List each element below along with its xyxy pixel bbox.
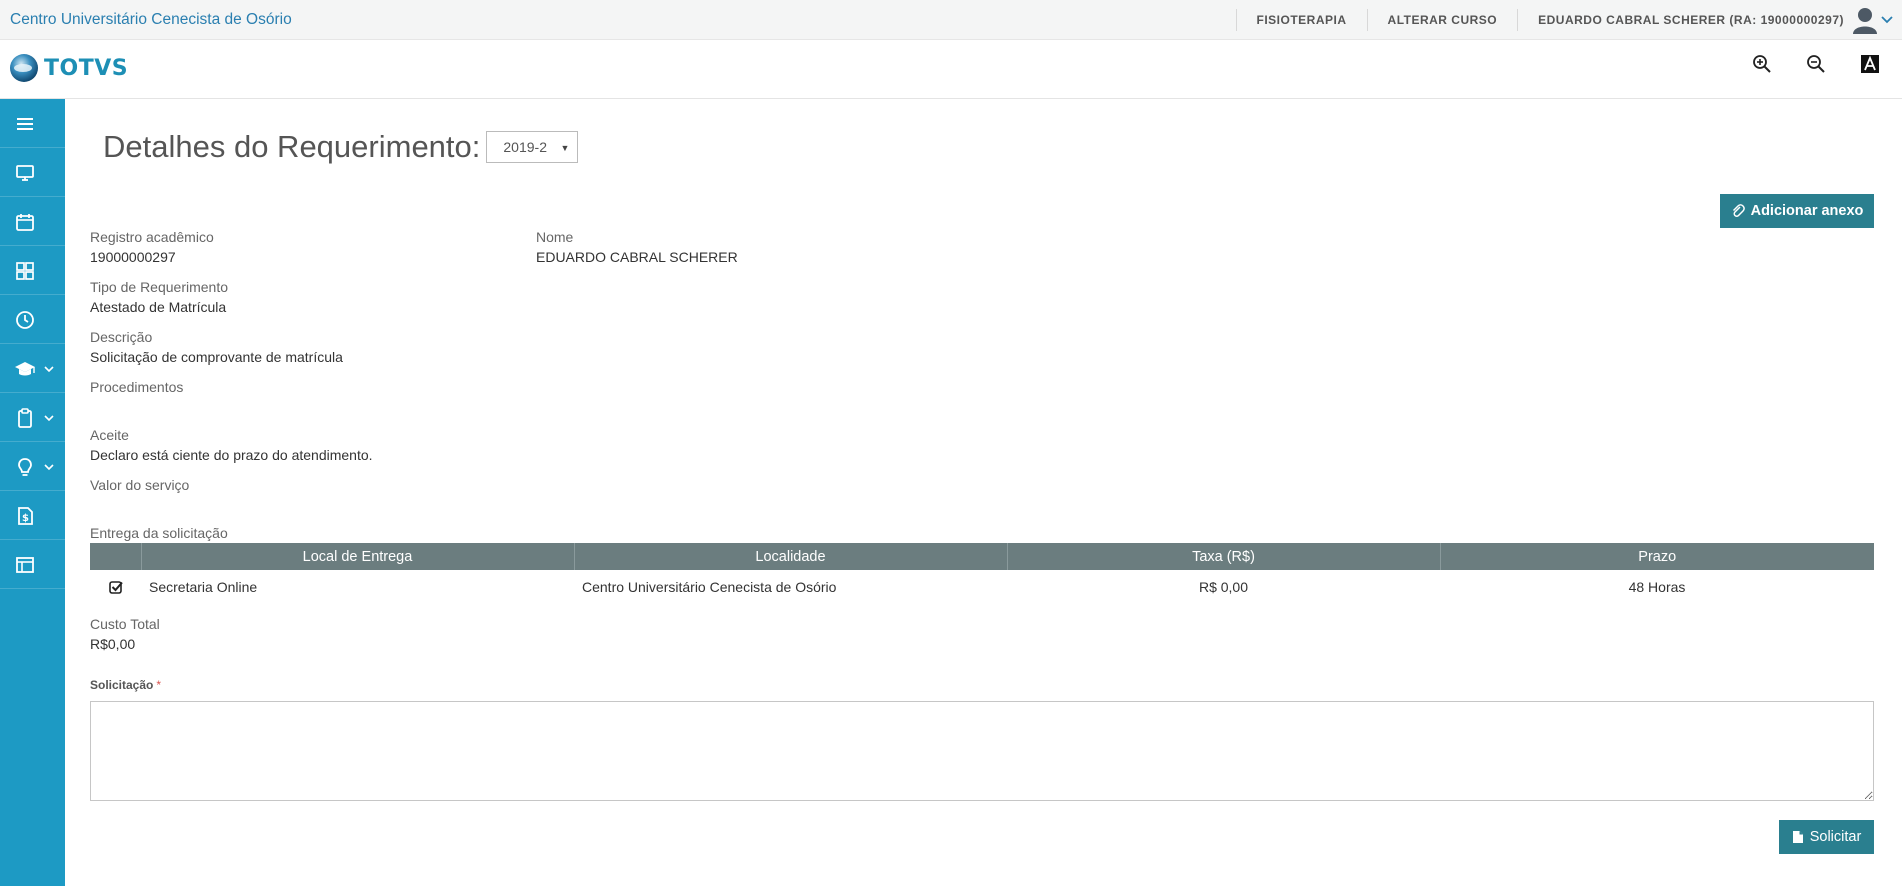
sidebar-item-layout[interactable] xyxy=(0,540,65,589)
cell-taxa: R$ 0,00 xyxy=(1198,579,1249,595)
table-header: Taxa (R$) xyxy=(1007,543,1441,570)
custo-value: R$0,00 xyxy=(90,636,136,652)
sidebar-item-dashboard[interactable] xyxy=(0,148,65,197)
required-mark: * xyxy=(156,678,162,692)
descricao-value: Solicitação de comprovante de matrícula xyxy=(90,349,343,365)
table-header: Prazo xyxy=(1440,543,1874,570)
menu-icon xyxy=(17,118,33,130)
registro-label: Registro acadêmico xyxy=(90,229,214,245)
chevron-down-icon xyxy=(44,415,54,422)
delivery-table: Local de Entrega Localidade Taxa (R$) Pr… xyxy=(90,543,1874,604)
tipo-label: Tipo de Requerimento xyxy=(90,279,229,295)
svg-text:$: $ xyxy=(22,513,29,524)
sidebar-item-requests[interactable] xyxy=(0,393,65,442)
sidebar-item-history[interactable] xyxy=(0,295,65,344)
zoom-out-icon xyxy=(1807,55,1825,73)
monitor-icon xyxy=(16,165,34,181)
registro-value: 19000000297 xyxy=(90,249,176,265)
add-attachment-label: Adicionar anexo xyxy=(1750,203,1864,219)
submit-request-label: Solicitar xyxy=(1809,829,1862,845)
layout-icon xyxy=(16,557,34,573)
clipboard-icon xyxy=(18,408,32,428)
chevron-down-icon xyxy=(44,464,54,471)
zoom-out-button[interactable] xyxy=(1804,52,1828,76)
solicitacao-label-text: Solicitação xyxy=(90,678,154,692)
procedimentos-label: Procedimentos xyxy=(90,379,184,395)
nome-value: EDUARDO CABRAL SCHERER xyxy=(536,249,738,265)
title-row: Detalhes do Requerimento: 2019-2 ▼ xyxy=(103,129,579,165)
aceite-value: Declaro está ciente do prazo do atendime… xyxy=(90,447,373,463)
institution-name: Centro Universitário Cenecista de Osório xyxy=(10,11,292,28)
caret-down-icon: ▼ xyxy=(560,143,570,153)
sidebar-menu-toggle[interactable] xyxy=(0,99,65,148)
period-select-value: 2019-2 xyxy=(503,139,547,155)
top-nav: FISIOTERAPIA ALTERAR CURSO EDUARDO CABRA… xyxy=(1235,0,1902,40)
custo-label: Custo Total xyxy=(90,616,160,632)
lightbulb-icon xyxy=(18,458,32,476)
period-select[interactable]: 2019-2 ▼ xyxy=(486,131,579,163)
paperclip-icon xyxy=(1732,204,1745,217)
valor-label: Valor do serviço xyxy=(90,477,190,493)
sidebar-item-finance[interactable]: $ xyxy=(0,491,65,540)
globe-logo-icon xyxy=(10,54,38,82)
document-icon xyxy=(1792,831,1803,843)
add-attachment-button[interactable]: Adicionar anexo xyxy=(1720,194,1874,228)
top-bar: Centro Universitário Cenecista de Osório… xyxy=(0,0,1902,40)
table-header: Local de Entrega xyxy=(141,543,575,570)
sidebar-item-grid[interactable] xyxy=(0,246,65,295)
user-menu[interactable]: EDUARDO CABRAL SCHERER (RA: 19000000297) xyxy=(1517,8,1902,34)
nome-label: Nome xyxy=(536,229,574,245)
descricao-label: Descrição xyxy=(90,329,153,345)
dollar-document-icon: $ xyxy=(18,507,33,525)
graduation-cap-icon xyxy=(15,362,35,376)
calendar-icon xyxy=(16,214,34,231)
page-title: Detalhes do Requerimento: xyxy=(103,129,481,164)
user-name: EDUARDO CABRAL SCHERER (RA: 19000000297) xyxy=(1538,13,1844,27)
course-link[interactable]: FISIOTERAPIA xyxy=(1235,9,1367,31)
table-row[interactable]: Secretaria Online Centro Universitário C… xyxy=(90,570,1874,604)
sidebar-item-ideas[interactable] xyxy=(0,442,65,491)
contrast-button[interactable] xyxy=(1858,52,1882,76)
header-tools xyxy=(1750,52,1882,76)
zoom-in-button[interactable] xyxy=(1750,52,1774,76)
cell-local: Secretaria Online xyxy=(149,579,258,595)
table-header-row: Local de Entrega Localidade Taxa (R$) Pr… xyxy=(90,543,1874,570)
sidebar-item-calendar[interactable] xyxy=(0,197,65,246)
totvs-logo[interactable]: TOTVS xyxy=(9,53,128,83)
change-course-link[interactable]: ALTERAR CURSO xyxy=(1366,9,1518,31)
grid-icon xyxy=(16,262,34,280)
table-header-select xyxy=(90,543,142,570)
aceite-label: Aceite xyxy=(90,427,129,443)
sidebar: $ xyxy=(0,99,65,886)
entrega-label: Entrega da solicitação xyxy=(90,525,228,541)
row-checkbox-cell[interactable] xyxy=(90,570,141,604)
solicitacao-textarea[interactable] xyxy=(90,701,1874,801)
user-avatar-icon xyxy=(1853,8,1877,34)
chevron-down-icon xyxy=(1881,16,1893,24)
logo-text: TOTVS xyxy=(44,55,129,81)
zoom-in-icon xyxy=(1753,55,1771,73)
tipo-value: Atestado de Matrícula xyxy=(90,299,227,315)
cell-prazo: 48 Horas xyxy=(1628,579,1686,595)
chevron-down-icon xyxy=(44,366,54,373)
submit-request-button[interactable]: Solicitar xyxy=(1779,820,1874,854)
cell-localidade: Centro Universitário Cenecista de Osório xyxy=(582,579,837,595)
solicitacao-label: Solicitação * xyxy=(90,678,161,692)
sidebar-item-academic[interactable] xyxy=(0,344,65,393)
table-header: Localidade xyxy=(574,543,1008,570)
app-header: TOTVS xyxy=(0,40,1902,99)
high-contrast-icon xyxy=(1861,55,1879,73)
checked-checkbox-icon[interactable] xyxy=(108,579,124,595)
clock-icon xyxy=(16,311,34,329)
